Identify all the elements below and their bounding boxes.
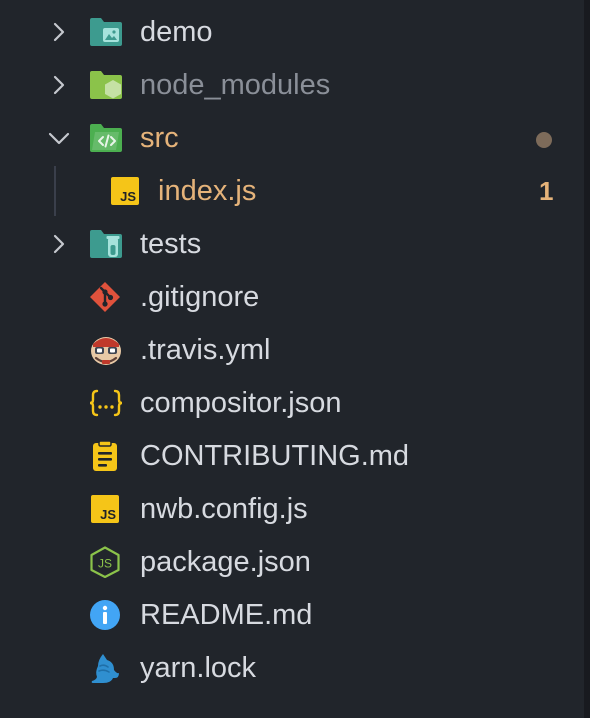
problems-count-badge: 1 — [539, 176, 554, 206]
tree-item-readme-md[interactable]: README.md — [0, 589, 584, 641]
tree-item-label: tests — [140, 228, 202, 260]
tree-item-label: node_modules — [140, 69, 331, 101]
tree-item-gitignore[interactable]: .gitignore — [0, 271, 584, 323]
svg-text:JS: JS — [98, 557, 112, 571]
yarn-icon — [91, 654, 119, 683]
tree-item-demo[interactable]: demo — [0, 6, 584, 58]
chevron-right-icon[interactable] — [48, 232, 70, 256]
tree-item-tests[interactable]: tests — [0, 218, 584, 270]
tree-item-label: compositor.json — [140, 387, 342, 419]
tree-item-src[interactable]: src — [0, 112, 584, 164]
git-icon — [90, 282, 120, 312]
tree-item-label: src — [140, 122, 179, 154]
tree-item-label: CONTRIBUTING.md — [140, 440, 410, 472]
scrollbar-track[interactable] — [584, 0, 590, 718]
modified-dot-icon — [536, 132, 552, 148]
tree-item-yarn-lock[interactable]: yarn.lock — [0, 642, 584, 694]
tree-item-compositor-json[interactable]: compositor.json — [0, 377, 584, 429]
tree-item-label: index.js — [158, 175, 257, 207]
contributing-icon — [93, 440, 117, 471]
tree-item-label: .gitignore — [140, 281, 260, 313]
file-explorer: demo node_modules src JS index.js 1 test… — [0, 0, 584, 718]
tree-item-label: nwb.config.js — [140, 493, 308, 525]
folder-node-icon — [90, 71, 122, 99]
folder-images-icon — [90, 18, 122, 46]
travis-icon — [91, 337, 121, 365]
tree-item-node-modules[interactable]: node_modules — [0, 59, 584, 111]
svg-text:JS: JS — [120, 189, 136, 204]
svg-text:JS: JS — [100, 507, 116, 522]
json-icon — [89, 389, 123, 417]
nodejs-icon: JS — [90, 546, 120, 578]
tree-item-label: yarn.lock — [140, 652, 257, 684]
tree-item-label: README.md — [140, 599, 313, 631]
tree-item-label: demo — [140, 16, 213, 48]
tree-item-index-js[interactable]: JS index.js 1 — [0, 165, 584, 217]
info-icon — [90, 600, 120, 630]
tree-item-contributing-md[interactable]: CONTRIBUTING.md — [0, 430, 584, 482]
chevron-right-icon[interactable] — [48, 20, 70, 44]
tree-item-label: package.json — [140, 546, 311, 578]
javascript-icon: JS — [91, 495, 119, 523]
folder-test-icon — [90, 230, 122, 258]
tree-item-nwb-config-js[interactable]: JS nwb.config.js — [0, 483, 584, 535]
chevron-right-icon[interactable] — [48, 73, 70, 97]
chevron-down-icon[interactable] — [48, 126, 70, 150]
tree-item-travis-yml[interactable]: .travis.yml — [0, 324, 584, 376]
tree-item-package-json[interactable]: JS package.json — [0, 536, 584, 588]
javascript-icon: JS — [111, 177, 139, 205]
tree-item-label: .travis.yml — [140, 334, 271, 366]
folder-src-icon — [90, 124, 122, 152]
